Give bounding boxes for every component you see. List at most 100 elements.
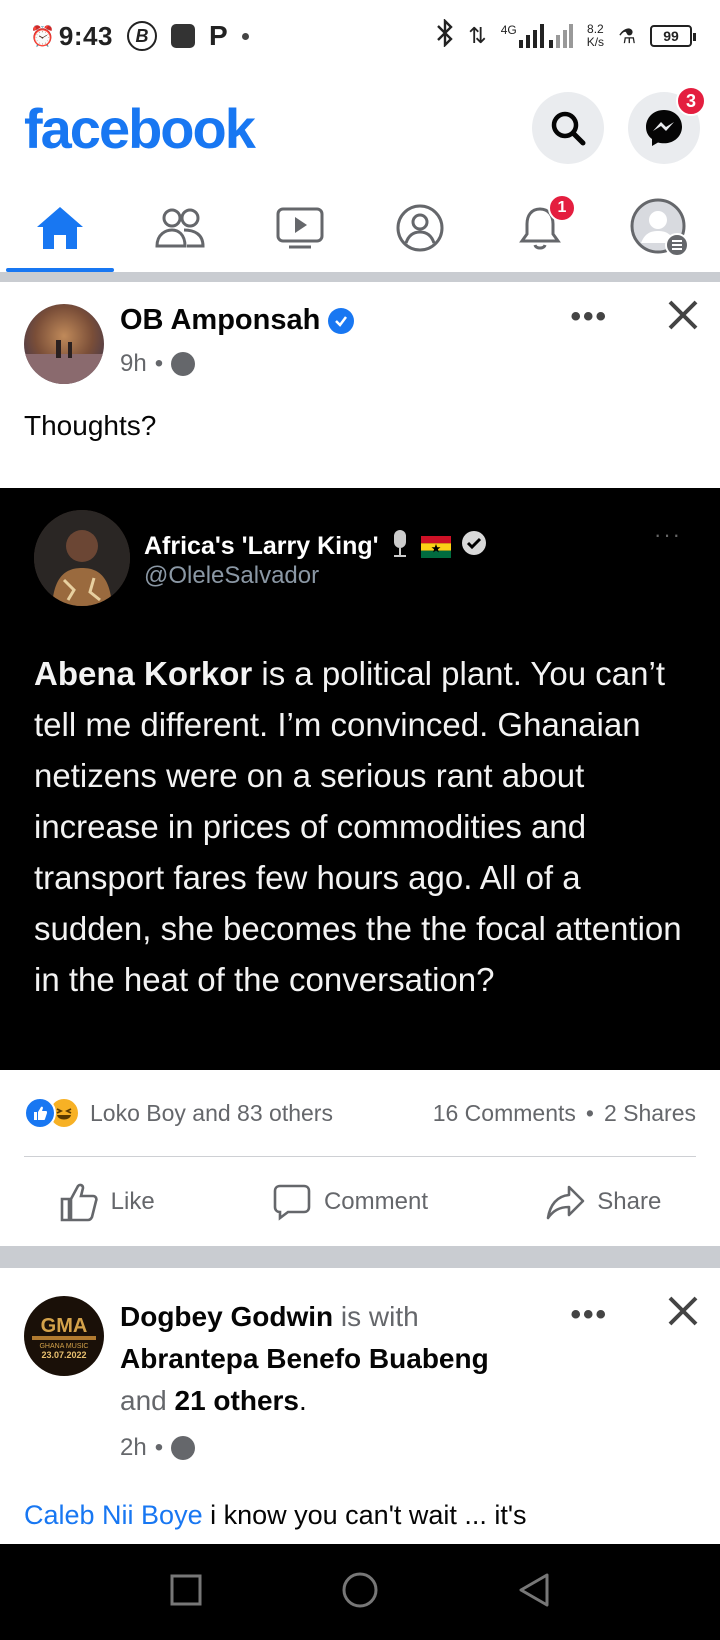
separator: • xyxy=(585,1099,594,1126)
video-icon xyxy=(276,207,324,249)
tweet-avatar xyxy=(34,510,130,606)
tweet-body-bold: Abena Korkor xyxy=(34,655,253,692)
app-square-icon xyxy=(170,24,195,48)
post-text: Caleb Nii Boye i know you can't wait ...… xyxy=(24,1500,704,1531)
circle-icon xyxy=(342,1572,378,1607)
hide-post-button[interactable] xyxy=(666,1294,700,1333)
post-image-tweet[interactable]: Africa's 'Larry King' @OleleSalvador ···… xyxy=(0,488,720,1070)
tab-menu[interactable] xyxy=(600,184,720,272)
back-triangle-icon xyxy=(519,1573,549,1606)
more-notifications-dot xyxy=(241,32,249,40)
post-text-body: i know you can't wait ... it's xyxy=(202,1500,527,1530)
with-text: is with xyxy=(333,1301,419,1332)
hide-post-button[interactable] xyxy=(666,298,700,337)
reactions-summary[interactable]: Loko Boy and 83 others xyxy=(24,1097,333,1129)
tweet-verified-icon xyxy=(461,530,487,563)
back-button[interactable] xyxy=(517,1572,551,1613)
tweet-body: Abena Korkor is a political plant. You c… xyxy=(34,648,694,1005)
close-icon xyxy=(668,1296,698,1326)
messenger-icon xyxy=(646,110,682,146)
shares-count[interactable]: 2 Shares xyxy=(604,1100,696,1127)
bluetooth-icon xyxy=(436,17,454,54)
author-avatar[interactable] xyxy=(24,304,104,384)
post-actions: Like Comment Share xyxy=(0,1164,720,1240)
home-button[interactable] xyxy=(340,1570,380,1615)
comment-button[interactable]: Comment xyxy=(272,1183,428,1221)
square-icon xyxy=(170,1574,202,1605)
comment-label: Comment xyxy=(323,1188,428,1215)
thumbs-up-icon xyxy=(60,1183,98,1222)
app-header: facebook 3 xyxy=(0,78,720,178)
reactions-text: Loko Boy and 83 others xyxy=(90,1099,333,1126)
share-label: Share xyxy=(597,1188,662,1215)
profile-icon xyxy=(396,204,444,252)
verified-badge-icon xyxy=(328,307,355,334)
comments-count[interactable]: 16 Comments xyxy=(433,1100,576,1127)
messenger-badge: 3 xyxy=(676,86,706,116)
post-time[interactable]: 9h xyxy=(120,350,147,378)
notifications-badge: 1 xyxy=(548,194,576,222)
share-icon xyxy=(546,1185,585,1220)
signal-icon: 4G xyxy=(501,24,573,48)
data-transfer-icon: ⇅ xyxy=(468,23,487,48)
facebook-logo[interactable]: facebook xyxy=(24,96,256,161)
tweet-body-text: is a political plant. You can’t tell me … xyxy=(34,655,682,998)
friends-icon xyxy=(155,208,205,248)
close-icon xyxy=(668,300,698,330)
home-icon xyxy=(37,207,83,249)
tab-profile[interactable] xyxy=(360,184,480,272)
messenger-button[interactable]: 3 xyxy=(628,86,706,164)
microphone-icon xyxy=(389,528,411,565)
avatar-date: 23.07.2022 xyxy=(41,1350,86,1360)
post-author-line: Dogbey Godwin is with Abrantepa Benefo B… xyxy=(120,1296,560,1422)
more-options-button[interactable]: ••• xyxy=(570,1298,608,1332)
globe-icon xyxy=(171,352,196,376)
tagged-name[interactable]: Abrantepa Benefo Buabeng xyxy=(120,1343,489,1374)
author-name[interactable]: OB Amponsah xyxy=(120,304,320,337)
author-avatar[interactable]: GMA 23.07.2022 GHANA MUSIC xyxy=(24,1296,104,1376)
tweet-handle: @OleleSalvador xyxy=(144,562,320,589)
post-text: Thoughts? xyxy=(24,410,157,441)
search-icon xyxy=(551,111,586,146)
post: OB Amponsah 9h • ••• Thoughts? xyxy=(0,282,720,470)
feed-divider xyxy=(0,272,720,282)
tab-watch[interactable] xyxy=(240,184,360,272)
battery-icon: 99 xyxy=(650,25,696,47)
recents-button[interactable] xyxy=(169,1573,203,1612)
tab-notifications[interactable]: 1 xyxy=(480,184,600,272)
p-app-icon: P xyxy=(208,20,228,51)
network-type: 4G xyxy=(500,23,517,37)
search-button[interactable] xyxy=(532,92,604,164)
menu-avatar-icon xyxy=(630,198,689,257)
author-name[interactable]: Dogbey Godwin xyxy=(120,1301,333,1332)
globe-icon xyxy=(171,1436,196,1460)
share-button[interactable]: Share xyxy=(545,1183,661,1221)
tagged-others[interactable]: 21 others xyxy=(175,1385,300,1416)
reactions-bar: Loko Boy and 83 others 16 Comments • 2 S… xyxy=(24,1090,696,1136)
tab-home[interactable] xyxy=(0,184,120,272)
network-speed: 8.2 K/s xyxy=(586,22,605,49)
meta-separator: • xyxy=(154,350,164,377)
tab-friends[interactable] xyxy=(120,184,240,272)
b-app-icon: B xyxy=(126,21,157,51)
feed-divider xyxy=(0,1246,720,1268)
avatar-text: GHANA MUSIC xyxy=(39,1343,88,1350)
system-nav-bar xyxy=(0,1544,720,1640)
nav-tabs: 1 xyxy=(0,184,720,272)
mention-link[interactable]: Caleb Nii Boye xyxy=(24,1500,203,1530)
post-time[interactable]: 2h xyxy=(120,1434,147,1462)
like-button[interactable]: Like xyxy=(59,1182,155,1222)
period: . xyxy=(299,1385,307,1416)
svg-text:GMA: GMA xyxy=(41,1315,88,1337)
more-options-button[interactable]: ••• xyxy=(570,300,608,334)
alarm-icon: ⏰ xyxy=(30,25,55,48)
actions-divider xyxy=(24,1156,696,1157)
status-bar: ⏰ 9:43 B P ⇅ 4G 8.2 K/s ⚗ 99 xyxy=(0,0,720,72)
tweet-more-icon: ··· xyxy=(654,522,682,547)
like-label: Like xyxy=(110,1188,155,1215)
clock: 9:43 xyxy=(58,20,113,51)
and-text: and xyxy=(120,1385,175,1416)
tweet-author-name: Africa's 'Larry King' xyxy=(144,532,379,560)
ghana-flag-icon xyxy=(420,535,451,558)
comment-icon xyxy=(273,1184,311,1221)
